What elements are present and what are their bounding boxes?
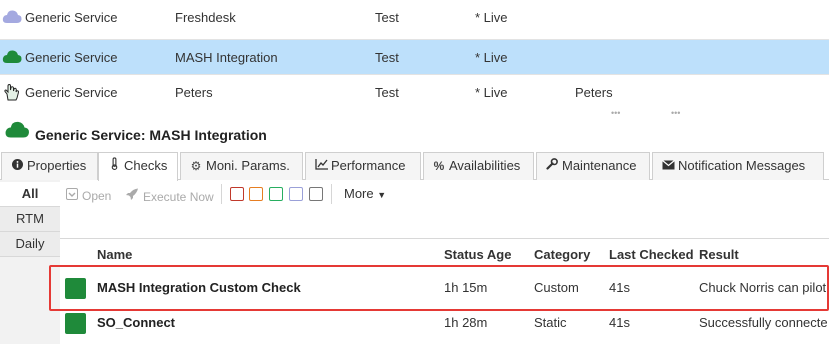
column-header-status-age[interactable]: Status Age <box>444 247 511 262</box>
splitter-grip-icon[interactable]: ••• <box>611 109 620 118</box>
cloud-green-icon <box>2 50 22 63</box>
toolbar-divider <box>331 184 332 204</box>
check-last-checked: 41s <box>609 280 630 295</box>
tab-label: Availabilities <box>449 158 521 173</box>
tab-label: Maintenance <box>562 158 637 173</box>
rocket-icon <box>125 188 139 204</box>
service-type: Generic Service <box>25 50 118 65</box>
service-owner: Peters <box>575 85 613 100</box>
status-filter-disabled[interactable] <box>309 187 323 201</box>
tab-moni-params[interactable]: ⚙ Moni. Params. <box>180 152 303 180</box>
splitter-grip-icon[interactable]: ••• <box>671 109 680 118</box>
tab-availabilities[interactable]: % Availabilities <box>423 152 534 180</box>
service-type: Generic Service <box>25 85 118 100</box>
column-header-last-checked[interactable]: Last Checked <box>609 247 694 262</box>
service-environment: Test <box>375 50 399 65</box>
thermometer-icon <box>107 153 121 179</box>
info-icon <box>10 153 24 179</box>
detail-header: Generic Service: MASH Integration <box>0 117 829 152</box>
status-filter-unknown[interactable] <box>289 187 303 201</box>
table-row[interactable]: MASH Integration Custom Check 1h 15m Cus… <box>60 271 829 305</box>
open-button[interactable]: Open <box>66 188 111 203</box>
status-filter-critical[interactable] <box>230 187 244 201</box>
tab-label: Checks <box>124 158 168 173</box>
filter-daily[interactable]: Daily <box>0 232 60 257</box>
tab-notification-messages[interactable]: Notification Messages <box>652 152 824 180</box>
column-header-name[interactable]: Name <box>97 247 132 262</box>
service-row[interactable]: Generic Service Peters Test * Live Peter… <box>0 74 829 109</box>
pane-splitter[interactable]: ••• ••• <box>0 107 829 118</box>
execute-now-button[interactable]: Execute Now <box>125 188 214 204</box>
service-type: Generic Service <box>25 10 118 25</box>
service-state: * Live <box>475 85 508 100</box>
status-indicator <box>65 278 86 299</box>
open-label: Open <box>82 189 112 203</box>
service-row-selected[interactable]: Generic Service MASH Integration Test * … <box>0 39 829 74</box>
tab-checks[interactable]: Checks <box>98 152 178 181</box>
caret-down-icon: ▼ <box>377 190 387 200</box>
hand-icon <box>4 83 20 101</box>
service-name: MASH Integration <box>175 50 278 65</box>
service-name: Freshdesk <box>175 10 236 25</box>
check-last-checked: 41s <box>609 315 630 330</box>
check-name: MASH Integration Custom Check <box>97 280 301 295</box>
service-name: Peters <box>175 85 213 100</box>
tab-properties[interactable]: Properties <box>1 152 98 180</box>
chart-icon <box>314 153 328 179</box>
cloud-lavender-icon <box>2 10 22 23</box>
check-category: Static <box>534 315 567 330</box>
filter-all[interactable]: All <box>0 182 60 207</box>
toolbar-separator <box>60 238 829 239</box>
toolbar-divider <box>221 184 222 204</box>
service-row[interactable]: Generic Service Freshdesk Test * Live <box>0 0 829 35</box>
check-status-age: 1h 15m <box>444 280 488 295</box>
percent-icon: % <box>433 159 445 173</box>
more-label: More <box>344 186 374 201</box>
cloud-green-icon <box>5 121 29 138</box>
check-result: Successfully connecte <box>699 315 828 330</box>
check-result: Chuck Norris can pilot <box>699 280 827 295</box>
tab-performance[interactable]: Performance <box>305 152 421 180</box>
filter-rtm[interactable]: RTM <box>0 207 60 232</box>
tab-label: Notification Messages <box>678 158 806 173</box>
check-filter-panel: All RTM Daily <box>0 180 60 344</box>
check-category: Custom <box>534 280 579 295</box>
tab-maintenance[interactable]: Maintenance <box>536 152 650 180</box>
column-header-category[interactable]: Category <box>534 247 590 262</box>
status-filter-ok[interactable] <box>269 187 283 201</box>
column-header-result[interactable]: Result <box>699 247 739 262</box>
tab-label: Performance <box>331 158 406 173</box>
service-state: * Live <box>475 50 508 65</box>
tab-bar: Properties Checks ⚙ Moni. Params. Perform… <box>0 152 829 181</box>
check-name: SO_Connect <box>97 315 176 330</box>
table-row[interactable]: SO_Connect 1h 28m Static 41s Successfull… <box>60 306 829 340</box>
execute-label: Execute Now <box>143 190 214 204</box>
gear-icon: ⚙ <box>190 159 202 173</box>
tab-label: Moni. Params. <box>206 158 290 173</box>
more-menu-button[interactable]: More ▼ <box>344 186 386 201</box>
status-filter-warning[interactable] <box>249 187 263 201</box>
envelope-icon <box>661 153 675 179</box>
detail-title: Generic Service: MASH Integration <box>35 127 267 143</box>
service-environment: Test <box>375 10 399 25</box>
check-status-age: 1h 28m <box>444 315 488 330</box>
service-state: * Live <box>475 10 508 25</box>
service-environment: Test <box>375 85 399 100</box>
wrench-icon <box>545 153 559 179</box>
open-icon <box>66 188 78 203</box>
tab-label: Properties <box>27 158 87 173</box>
status-indicator <box>65 313 86 334</box>
